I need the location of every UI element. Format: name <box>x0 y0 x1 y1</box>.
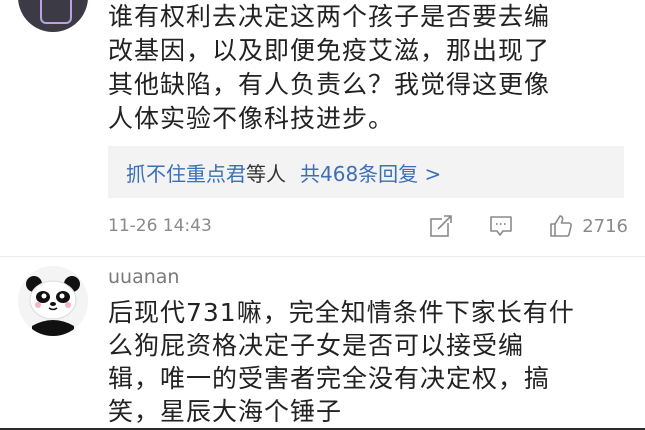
divider <box>0 256 645 257</box>
like-count: 2716 <box>582 215 628 237</box>
share-icon[interactable] <box>428 213 454 239</box>
comment-line: 人体实验不像科技进步。 <box>108 104 395 133</box>
comment-text: 后现代731嘛，完全知情条件下家长有什 么狗屁资格决定子女是否可以接受编 辑，唯… <box>108 296 628 428</box>
reply-count-link[interactable]: 共468条回复 > <box>300 158 441 187</box>
reply-suffix: 等人 <box>246 161 286 186</box>
username[interactable]: uuanan <box>108 266 179 288</box>
comment-line: 改基因，以及即便免疫艾滋，那出现了 <box>108 36 551 65</box>
avatar[interactable] <box>18 266 88 336</box>
comment-icon[interactable] <box>488 213 514 239</box>
comment-line: 后现代731嘛，完全知情条件下家长有什 <box>108 298 575 327</box>
reply-user-link[interactable]: 抓不住重点君 <box>126 158 246 187</box>
comment-meta: 11-26 14:43 2716 <box>108 212 628 240</box>
comment-time: 11-26 14:43 <box>108 216 212 236</box>
avatar-decoration <box>40 0 72 24</box>
comment-line: 辑，唯一的受害者完全没有决定权，搞 <box>108 364 551 393</box>
comment-line: 笑，星辰大海个锤子 <box>108 397 343 426</box>
comment-text: 谁有权利去决定这两个孩子是否要去编 改基因，以及即便免疫艾滋，那出现了 其他缺陷… <box>108 0 628 136</box>
comment-line: 么狗屁资格决定子女是否可以接受编 <box>108 331 525 360</box>
like-icon[interactable] <box>548 213 574 239</box>
avatar[interactable] <box>18 0 88 32</box>
comment-line: 谁有权利去决定这两个孩子是否要去编 <box>108 2 551 31</box>
reply-summary[interactable]: 抓不住重点君 等人 共468条回复 > <box>108 146 624 198</box>
comment-line: 其他缺陷，有人负责么？我觉得这更像 <box>108 70 551 99</box>
